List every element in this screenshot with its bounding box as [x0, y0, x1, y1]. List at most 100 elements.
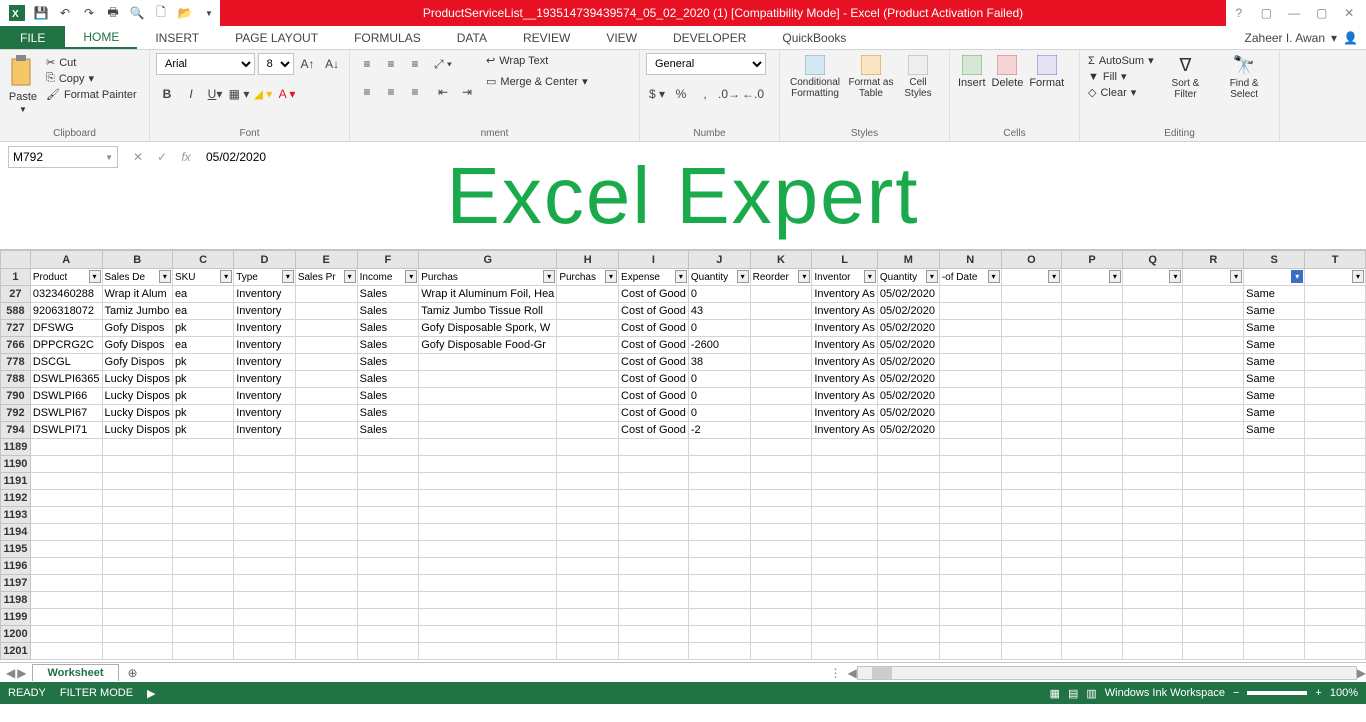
cell[interactable]: Sales — [357, 422, 419, 439]
row-header[interactable]: 766 — [1, 337, 31, 354]
increase-decimal-icon[interactable]: .0→ — [718, 83, 740, 105]
filter-header[interactable]: Reorder▾ — [750, 269, 812, 286]
filter-dropdown-icon[interactable]: ▾ — [988, 270, 1000, 283]
cell[interactable]: Sales — [357, 337, 419, 354]
cell[interactable] — [812, 575, 878, 592]
cell[interactable] — [357, 473, 419, 490]
cell[interactable] — [102, 558, 172, 575]
cell[interactable]: Inventory As — [812, 405, 878, 422]
cell[interactable] — [1122, 507, 1183, 524]
cell[interactable] — [939, 643, 1001, 660]
cell[interactable] — [812, 490, 878, 507]
cell[interactable] — [1305, 507, 1366, 524]
cell[interactable] — [172, 626, 233, 643]
cell[interactable] — [877, 456, 939, 473]
cell[interactable] — [1062, 303, 1123, 320]
cell[interactable]: Inventory As — [812, 286, 878, 303]
cell[interactable]: Sales — [357, 320, 419, 337]
cell[interactable] — [30, 456, 102, 473]
new-icon[interactable]: 🗋 — [150, 2, 172, 24]
cell[interactable] — [877, 626, 939, 643]
column-header[interactable]: R — [1183, 251, 1244, 269]
cell[interactable] — [1122, 337, 1183, 354]
cell[interactable] — [1183, 337, 1244, 354]
cell[interactable] — [419, 405, 557, 422]
cell[interactable] — [1062, 507, 1123, 524]
align-left-icon[interactable]: ≡ — [356, 81, 378, 103]
cell[interactable] — [1062, 626, 1123, 643]
cell[interactable] — [295, 405, 357, 422]
windows-ink-label[interactable]: Windows Ink Workspace — [1105, 687, 1225, 699]
cell[interactable] — [1183, 320, 1244, 337]
column-header[interactable]: B — [102, 251, 172, 269]
cell[interactable] — [419, 490, 557, 507]
cell[interactable] — [357, 592, 419, 609]
macro-record-icon[interactable]: ▶ — [147, 687, 155, 700]
format-as-table-button[interactable]: Format as Table — [846, 53, 896, 125]
cell[interactable] — [234, 609, 296, 626]
cell[interactable] — [939, 609, 1001, 626]
sheet-tab[interactable]: Worksheet — [32, 664, 118, 681]
cell[interactable] — [939, 320, 1001, 337]
percent-icon[interactable]: % — [670, 83, 692, 105]
cell[interactable] — [1244, 507, 1305, 524]
cell[interactable] — [30, 507, 102, 524]
row-header[interactable]: 778 — [1, 354, 31, 371]
cell[interactable] — [557, 303, 619, 320]
cell[interactable] — [172, 609, 233, 626]
filter-dropdown-icon[interactable]: ▾ — [344, 270, 356, 283]
cell[interactable]: 0 — [688, 388, 750, 405]
column-header[interactable]: O — [1001, 251, 1062, 269]
filter-dropdown-icon[interactable]: ▾ — [737, 270, 749, 283]
cell[interactable] — [688, 524, 750, 541]
cell[interactable] — [1122, 354, 1183, 371]
cell[interactable] — [1305, 286, 1366, 303]
cell[interactable] — [234, 541, 296, 558]
cell[interactable] — [619, 507, 689, 524]
cell[interactable] — [939, 558, 1001, 575]
cell[interactable] — [1062, 422, 1123, 439]
cell[interactable] — [812, 507, 878, 524]
cell[interactable] — [1062, 609, 1123, 626]
column-header[interactable]: F — [357, 251, 419, 269]
cell[interactable] — [688, 575, 750, 592]
cell[interactable]: Lucky Dispos — [102, 422, 172, 439]
cell[interactable] — [1305, 354, 1366, 371]
column-header[interactable]: C — [172, 251, 233, 269]
cell[interactable] — [419, 626, 557, 643]
cell[interactable] — [172, 643, 233, 660]
sort-filter-button[interactable]: ᐁSort & Filter — [1160, 53, 1212, 125]
cell[interactable]: Wrap it Alum — [102, 286, 172, 303]
cell[interactable] — [295, 626, 357, 643]
cell[interactable] — [172, 456, 233, 473]
filter-header[interactable]: SKU▾ — [172, 269, 233, 286]
tab-quickbooks[interactable]: QuickBooks — [764, 26, 864, 49]
cell[interactable] — [30, 439, 102, 456]
cell[interactable]: Inventory — [234, 337, 296, 354]
cell[interactable] — [234, 524, 296, 541]
cell[interactable] — [1244, 575, 1305, 592]
cell[interactable] — [1183, 371, 1244, 388]
cell[interactable] — [939, 371, 1001, 388]
cell[interactable] — [357, 643, 419, 660]
cell[interactable] — [939, 456, 1001, 473]
cell[interactable] — [1183, 575, 1244, 592]
filter-header[interactable]: Purchas▾ — [419, 269, 557, 286]
tab-view[interactable]: VIEW — [588, 26, 655, 49]
row-header[interactable]: 1189 — [1, 439, 31, 456]
column-header[interactable]: P — [1062, 251, 1123, 269]
cell[interactable] — [1305, 320, 1366, 337]
fx-icon[interactable]: fx — [174, 146, 198, 168]
cell[interactable] — [30, 541, 102, 558]
cell[interactable]: ea — [172, 337, 233, 354]
cell[interactable] — [750, 643, 812, 660]
cell[interactable] — [688, 558, 750, 575]
filter-dropdown-icon[interactable]: ▾ — [89, 270, 101, 283]
cell[interactable]: Gofy Dispos — [102, 337, 172, 354]
delete-button[interactable]: Delete — [990, 53, 1026, 125]
cell[interactable] — [102, 592, 172, 609]
cell[interactable]: Lucky Dispos — [102, 371, 172, 388]
cell[interactable]: DSWLPI71 — [30, 422, 102, 439]
filter-dropdown-icon[interactable]: ▾ — [405, 270, 417, 283]
close-icon[interactable]: ✕ — [1336, 3, 1362, 23]
